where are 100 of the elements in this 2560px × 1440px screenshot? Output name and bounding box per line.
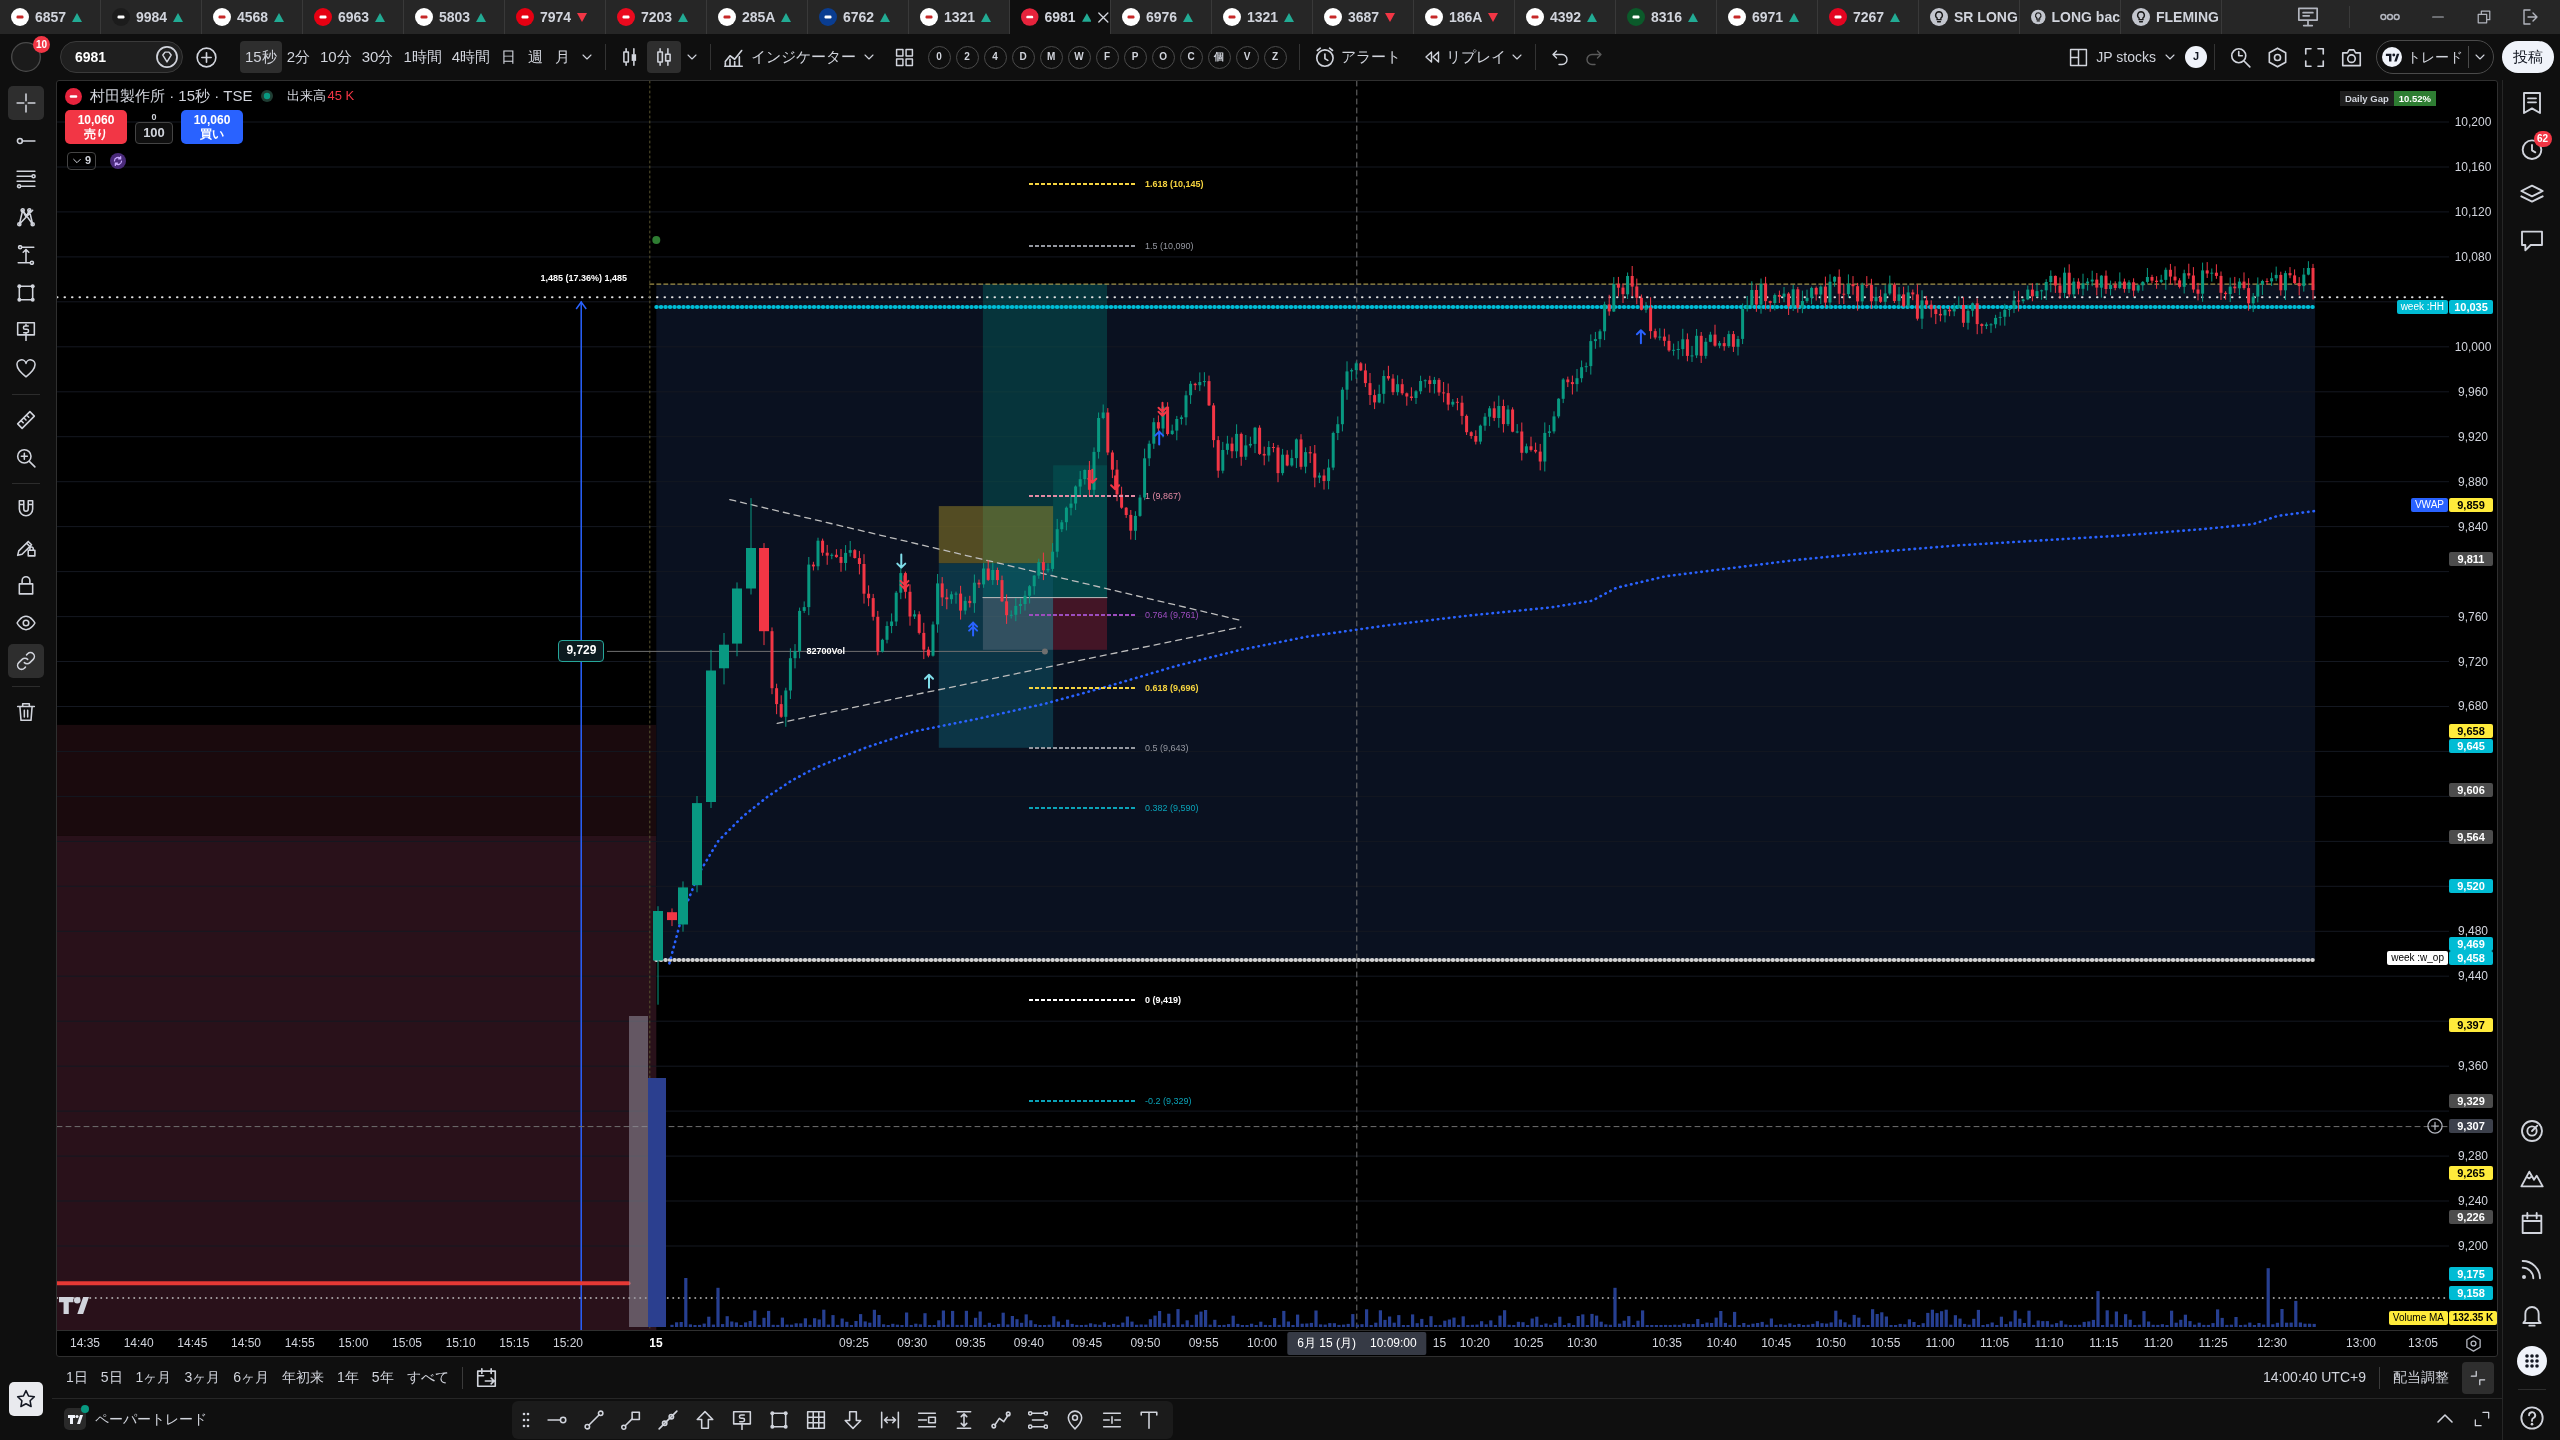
grid-icon[interactable] bbox=[806, 1410, 826, 1430]
symbol-tab[interactable]: 7203 bbox=[606, 0, 707, 34]
price-marker: 9,397 bbox=[2449, 1017, 2493, 1032]
symbol-tab[interactable]: 5803 bbox=[404, 0, 505, 34]
interval-button[interactable]: 30分 bbox=[356, 41, 399, 73]
paper-trading-tab[interactable]: ペーパートレード bbox=[95, 1410, 207, 1428]
price-marker: 9,729 bbox=[558, 640, 605, 663]
interval-button[interactable]: 日 bbox=[495, 41, 523, 73]
price-lines-icon[interactable] bbox=[1102, 1410, 1122, 1430]
fib-level-label: 1 (9,867) bbox=[1145, 491, 1182, 502]
range-button[interactable]: 年初来 bbox=[282, 1369, 324, 1386]
indicators-toggle-button[interactable]: 9 bbox=[67, 152, 97, 170]
clock-button[interactable]: 62 bbox=[2511, 129, 2552, 169]
symbol-search-field[interactable]: 6981 bbox=[60, 41, 183, 73]
go-to-date-button[interactable] bbox=[475, 1367, 497, 1388]
extended-line-icon[interactable] bbox=[658, 1410, 678, 1430]
symbol-tab[interactable]: 186A bbox=[1414, 0, 1515, 34]
symbol-tab[interactable]: 6981 bbox=[1010, 0, 1111, 34]
settings-icon[interactable] bbox=[2464, 1335, 2482, 1352]
user-initial[interactable]: J bbox=[2185, 46, 2207, 68]
time-axis-label: 10:20 bbox=[1459, 1335, 1490, 1352]
adjustment-button[interactable]: 配当調整 bbox=[2393, 1369, 2449, 1386]
stacked-lines-icon[interactable] bbox=[1028, 1410, 1048, 1430]
clock-text: 14:00:40 UTC+9 bbox=[2262, 1369, 2366, 1386]
range-button[interactable]: 5年 bbox=[371, 1369, 394, 1386]
time-axis-label: 10:35 bbox=[1652, 1335, 1682, 1352]
replay-button[interactable]: リプレイ bbox=[1418, 41, 1529, 73]
price-marker: 9,226 bbox=[2449, 1209, 2493, 1224]
publish-button[interactable]: 投稿 bbox=[2502, 41, 2554, 73]
range-button[interactable]: 1年 bbox=[337, 1369, 359, 1386]
range-button[interactable]: 6ヶ月 bbox=[233, 1369, 269, 1386]
collapse-button[interactable] bbox=[2462, 1361, 2494, 1394]
interval-button[interactable]: 2分 bbox=[281, 41, 316, 73]
symbol-tab[interactable]: 7267 bbox=[1818, 0, 1919, 34]
favorites-button[interactable] bbox=[9, 1382, 43, 1416]
symbol-tab[interactable]: 1321 bbox=[909, 0, 1010, 34]
symbol-tab[interactable]: 6762 bbox=[808, 0, 909, 34]
volume-ma-value: 132.35 K bbox=[2449, 1311, 2497, 1325]
price-range-icon[interactable] bbox=[954, 1410, 974, 1430]
exit-icon[interactable] bbox=[2522, 8, 2540, 26]
cycle-icon[interactable] bbox=[110, 153, 127, 169]
trend-line-icon[interactable] bbox=[584, 1410, 604, 1430]
text-icon[interactable] bbox=[1139, 1410, 1159, 1430]
lines-box-icon[interactable] bbox=[917, 1410, 937, 1430]
range-button[interactable]: 1ヶ月 bbox=[135, 1369, 172, 1386]
symbol-tab[interactable]: LONG bac bbox=[2020, 0, 2121, 34]
plus-circle-icon[interactable] bbox=[2427, 1117, 2443, 1134]
time-axis-label: 09:35 bbox=[955, 1335, 986, 1352]
square-icon[interactable] bbox=[769, 1410, 789, 1430]
line-with-box-icon[interactable] bbox=[621, 1410, 641, 1430]
range-button[interactable]: 1日 bbox=[66, 1369, 88, 1386]
time-axis-label: 10:50 bbox=[1815, 1335, 1846, 1352]
dollar-sign-icon[interactable] bbox=[732, 1410, 752, 1430]
drag-handle-icon[interactable] bbox=[522, 1411, 530, 1429]
tool-button[interactable] bbox=[8, 644, 44, 678]
symbol-title[interactable]: 村田製作所 · 15秒 · TSE bbox=[90, 87, 253, 105]
interval-button[interactable]: 週 bbox=[522, 41, 550, 73]
range-button[interactable]: すべて bbox=[406, 1369, 449, 1386]
symbol-tab[interactable]: 6963 bbox=[303, 0, 404, 34]
polyline-icon[interactable] bbox=[991, 1410, 1011, 1430]
symbol-tab[interactable]: 6971 bbox=[1717, 0, 1818, 34]
symbol-tab[interactable]: 6857 bbox=[0, 0, 101, 34]
close-icon[interactable] bbox=[1097, 10, 1110, 24]
monitor-icon[interactable] bbox=[2297, 6, 2319, 28]
symbol-tab[interactable]: 4568 bbox=[202, 0, 303, 34]
symbol-tab[interactable]: 9984 bbox=[101, 0, 202, 34]
symbol-tab[interactable]: 285A bbox=[707, 0, 808, 34]
up-arrow-icon[interactable] bbox=[695, 1410, 715, 1430]
symbol-tab[interactable]: FLEMING bbox=[2121, 0, 2222, 34]
price-marker: 9,606 bbox=[2449, 782, 2493, 797]
symbol-tab[interactable]: 1321 bbox=[1212, 0, 1313, 34]
indicators-button[interactable]: インジケーター bbox=[718, 41, 881, 73]
layout-button[interactable]: JP stocks bbox=[2064, 41, 2181, 73]
expand-icon[interactable] bbox=[2474, 1411, 2490, 1427]
chart-style-button[interactable] bbox=[647, 41, 682, 73]
alert-button[interactable]: アラート bbox=[1310, 41, 1407, 73]
interval-button[interactable]: 15秒 bbox=[240, 41, 282, 73]
sell-button[interactable]: 10,060 売り bbox=[65, 110, 127, 144]
tool-button[interactable] bbox=[8, 86, 44, 120]
buy-button[interactable]: 10,060 買い bbox=[181, 110, 243, 144]
price-marker: 9,520 bbox=[2449, 879, 2493, 894]
range-button[interactable]: 5日 bbox=[100, 1369, 123, 1386]
interval-button[interactable]: 1時間 bbox=[398, 41, 447, 73]
symbol-tab[interactable]: 7974 bbox=[505, 0, 606, 34]
time-axis-label: 14:50 bbox=[231, 1335, 261, 1352]
interval-button[interactable]: 4時間 bbox=[446, 41, 496, 73]
interval-button[interactable]: 月 bbox=[549, 41, 577, 73]
interval-button[interactable]: 10分 bbox=[315, 41, 357, 73]
restore-icon[interactable] bbox=[2476, 9, 2492, 25]
signal-icon bbox=[2519, 1257, 2544, 1281]
down-arrow-icon[interactable] bbox=[843, 1410, 863, 1430]
symbol-tab[interactable]: 6976 bbox=[1111, 0, 1212, 34]
symbol-tab[interactable]: SR LONG bbox=[1919, 0, 2020, 34]
symbol-tab[interactable]: 8316 bbox=[1616, 0, 1717, 34]
map-pin-icon[interactable] bbox=[1065, 1410, 1085, 1430]
range-button[interactable]: 3ヶ月 bbox=[184, 1369, 221, 1386]
symbol-tab[interactable]: 3687 bbox=[1313, 0, 1414, 34]
symbol-tab[interactable]: 4392 bbox=[1515, 0, 1616, 34]
quantity-field[interactable]: 100 bbox=[135, 122, 173, 144]
date-range-icon[interactable] bbox=[880, 1410, 900, 1430]
